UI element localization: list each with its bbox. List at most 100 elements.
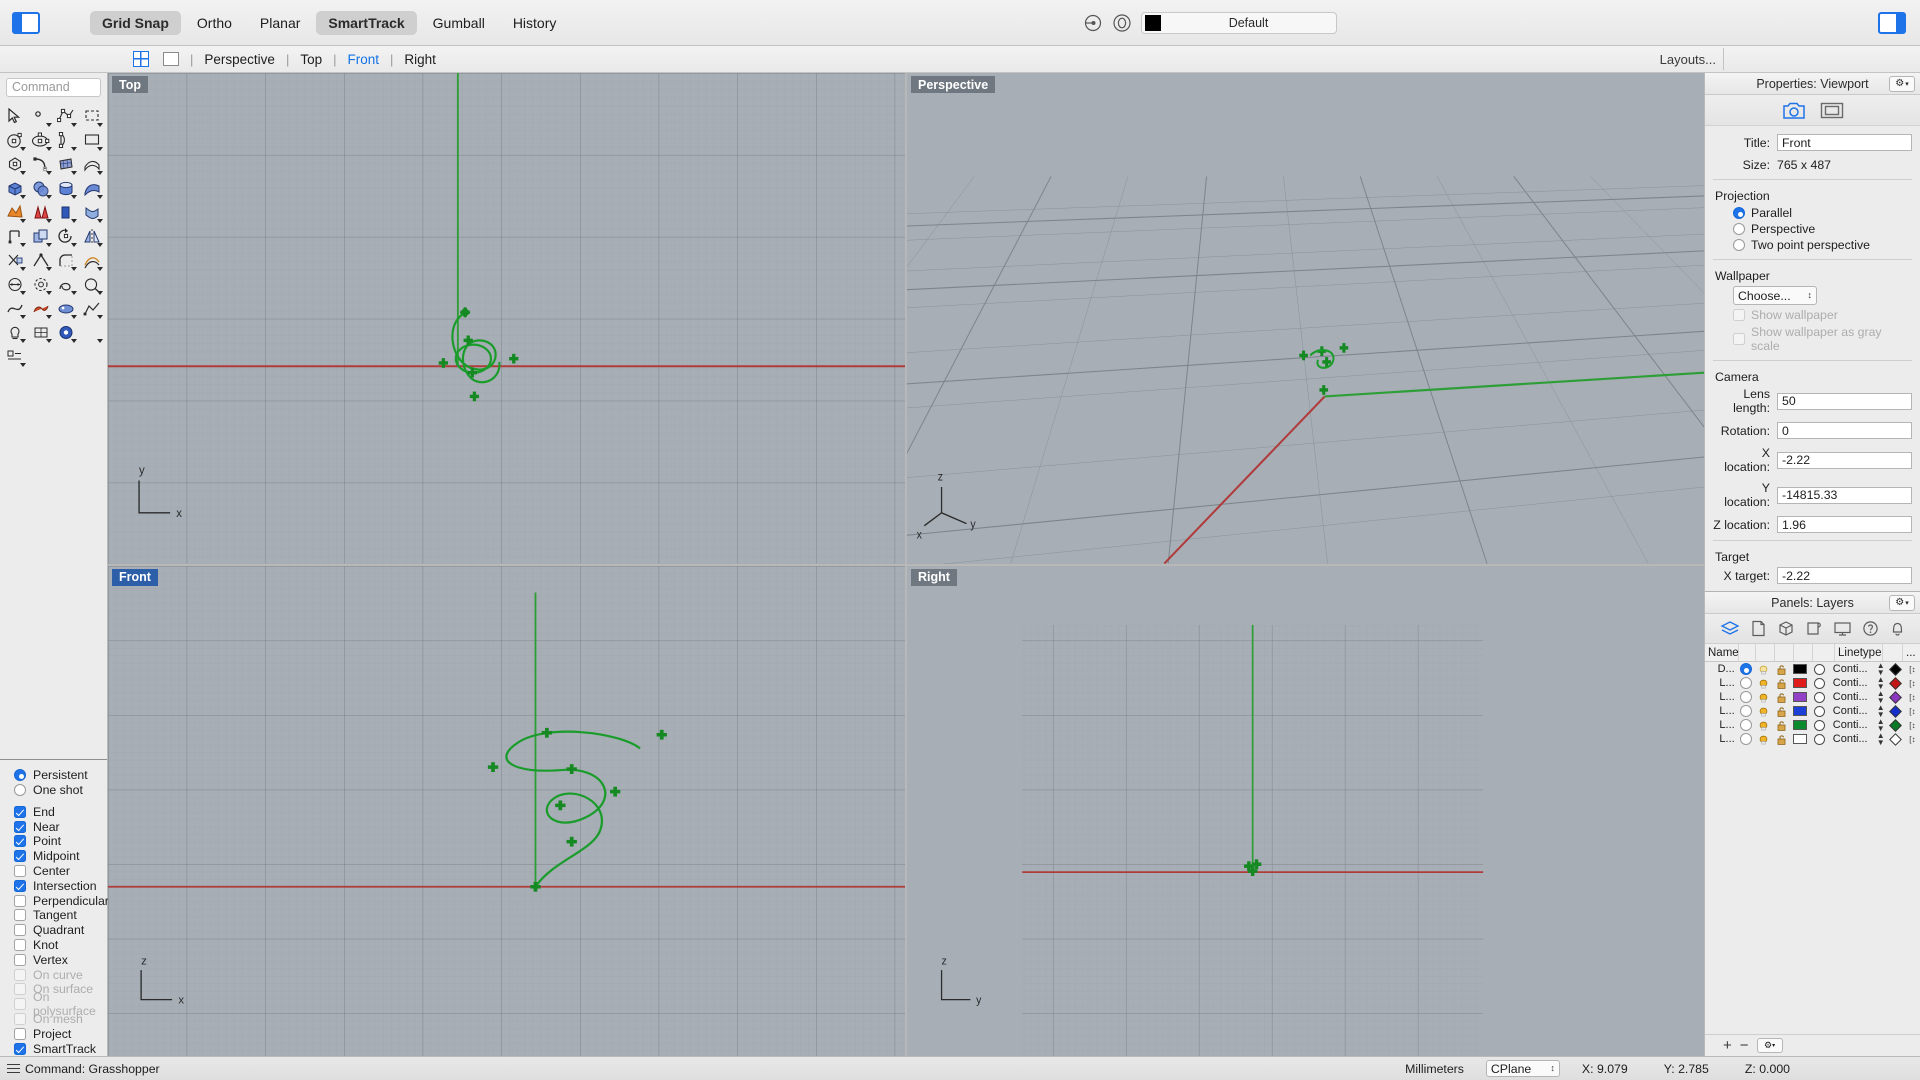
light-icon[interactable]: [2, 320, 28, 344]
layers-gear-button[interactable]: ⚙ ▾: [1889, 594, 1915, 611]
osnap-option-center[interactable]: Center: [14, 864, 107, 879]
unlock-icon[interactable]: [1772, 676, 1790, 690]
layer-linetype[interactable]: Conti...: [1830, 732, 1876, 746]
leader-icon[interactable]: [79, 272, 105, 296]
layer-set-current-icon[interactable]: [1083, 13, 1103, 33]
viewport-tab-top[interactable]: Top: [300, 52, 322, 67]
print-width-stepper-icon[interactable]: [↕: [1905, 662, 1920, 676]
viewport-right[interactable]: Right z y: [907, 565, 1704, 1057]
intersection-checkbox[interactable]: [14, 879, 26, 892]
print-width-stepper-icon[interactable]: [↕: [1905, 718, 1920, 732]
col-linetype[interactable]: Linetype: [1835, 644, 1883, 661]
osnap-option-quadrant[interactable]: Quadrant: [14, 923, 107, 938]
layer-color-swatch[interactable]: [1790, 718, 1808, 732]
arc-icon[interactable]: [54, 128, 80, 152]
point-checkbox[interactable]: [14, 835, 26, 848]
render-icon[interactable]: [28, 296, 54, 320]
display-icon[interactable]: [1833, 620, 1852, 637]
col-material[interactable]: [1813, 644, 1835, 661]
osnap-option-knot[interactable]: Knot: [14, 938, 107, 953]
midpoint-checkbox[interactable]: [14, 850, 26, 863]
text-icon[interactable]: [54, 272, 80, 296]
box-icon[interactable]: [2, 176, 28, 200]
unlock-icon[interactable]: [1772, 662, 1790, 676]
print-color-diamond[interactable]: [1886, 704, 1905, 718]
center-checkbox[interactable]: [14, 865, 26, 878]
viewport-right-canvas[interactable]: z y: [907, 565, 1704, 1057]
analyze-icon[interactable]: [79, 296, 105, 320]
rotation-input[interactable]: 0: [1777, 422, 1912, 439]
mirror-icon[interactable]: [79, 224, 105, 248]
wallpaper-chooser[interactable]: Choose... ↕: [1733, 286, 1817, 305]
x-location-input[interactable]: -2.22: [1777, 451, 1912, 469]
projection-parallel[interactable]: Parallel: [1733, 206, 1912, 220]
layer-color-swatch[interactable]: [1145, 14, 1161, 31]
print-color-diamond[interactable]: [1886, 690, 1905, 704]
viewport-icon[interactable]: [1820, 101, 1844, 120]
layer-current-radio[interactable]: [1738, 690, 1754, 704]
split-icon[interactable]: [28, 248, 54, 272]
select-arrow-icon[interactable]: [2, 104, 28, 128]
rectangle-corner-icon[interactable]: [79, 104, 105, 128]
viewport-front-canvas[interactable]: z x: [108, 565, 905, 1057]
layer-linetype[interactable]: Conti...: [1830, 676, 1876, 690]
layer-current-radio[interactable]: [1738, 662, 1754, 676]
persistent-radio[interactable]: [14, 769, 26, 782]
osnap-option-end[interactable]: End: [14, 804, 107, 819]
layer-linetype[interactable]: Conti...: [1830, 704, 1876, 718]
osnap-option-project[interactable]: Project: [14, 1026, 107, 1041]
layer-linetype[interactable]: Conti...: [1830, 718, 1876, 732]
viewport-perspective-canvas[interactable]: z y x: [907, 73, 1704, 564]
revolve-icon[interactable]: [79, 176, 105, 200]
polygon-icon[interactable]: [2, 152, 28, 176]
page-icon[interactable]: [1750, 620, 1767, 637]
transform-move-icon[interactable]: [2, 224, 28, 248]
surface-from-points-icon[interactable]: [54, 152, 80, 176]
viewport-top-label[interactable]: Top: [112, 76, 148, 93]
layer-linetype[interactable]: Conti...: [1830, 690, 1876, 704]
osnap-mode-persistent[interactable]: Persistent: [14, 768, 107, 783]
osnap-option-point[interactable]: Point: [14, 834, 107, 849]
col-locked[interactable]: [1775, 644, 1794, 661]
layer-color-swatch[interactable]: [1790, 690, 1808, 704]
boolean-difference-icon[interactable]: [28, 200, 54, 224]
material-circle-icon[interactable]: [1809, 690, 1830, 704]
circle-center-icon[interactable]: [2, 128, 28, 152]
material-circle-icon[interactable]: [1809, 718, 1830, 732]
col-name[interactable]: Name: [1705, 644, 1739, 661]
knot-checkbox[interactable]: [14, 939, 26, 952]
help-icon[interactable]: [1862, 620, 1879, 637]
trim-icon[interactable]: [2, 248, 28, 272]
quadrant-checkbox[interactable]: [14, 924, 26, 937]
more-tools-icon[interactable]: [79, 320, 105, 344]
mode-ortho[interactable]: Ortho: [185, 11, 244, 35]
osnap-option-perpendicular[interactable]: Perpendicular: [14, 893, 109, 908]
loft-icon[interactable]: [79, 200, 105, 224]
table-row[interactable]: D... Conti... ▲ ▼ [↕: [1705, 662, 1920, 677]
fillet-icon[interactable]: [54, 248, 80, 272]
table-row[interactable]: L... Conti... ▲ ▼ [↕: [1705, 718, 1920, 733]
curve-icon[interactable]: [28, 152, 54, 176]
osnap-option-smarttrack[interactable]: SmartTrack: [14, 1041, 107, 1056]
osnap-option-intersection[interactable]: Intersection: [14, 878, 107, 893]
copy-icon[interactable]: [28, 224, 54, 248]
linetype-stepper-icon[interactable]: ▲ ▼: [1876, 718, 1886, 733]
layer-current-radio[interactable]: [1738, 718, 1754, 732]
col-print-color[interactable]: [1883, 644, 1903, 661]
two-point-radio[interactable]: [1733, 239, 1745, 251]
cube-icon[interactable]: [1777, 620, 1795, 637]
print-width-stepper-icon[interactable]: [↕: [1905, 704, 1920, 718]
linetype-stepper-icon[interactable]: ▲ ▼: [1876, 662, 1886, 677]
mode-grid-snap[interactable]: Grid Snap: [90, 10, 181, 35]
layer-selector[interactable]: Default: [1141, 11, 1337, 34]
material-icon[interactable]: [54, 296, 80, 320]
layouts-button[interactable]: Layouts...: [1660, 52, 1716, 67]
layer-current-radio[interactable]: [1738, 676, 1754, 690]
viewport-front-label[interactable]: Front: [112, 568, 158, 586]
linetype-stepper-icon[interactable]: ▲ ▼: [1876, 690, 1886, 705]
lightbulb-icon[interactable]: [1754, 662, 1772, 676]
viewport-title-input[interactable]: Front: [1777, 134, 1912, 151]
cplane-selector[interactable]: CPlane ↕: [1485, 1060, 1560, 1077]
lens-length-input[interactable]: 50: [1777, 392, 1912, 410]
layer-options-button[interactable]: ⚙ ▾: [1756, 1038, 1783, 1053]
